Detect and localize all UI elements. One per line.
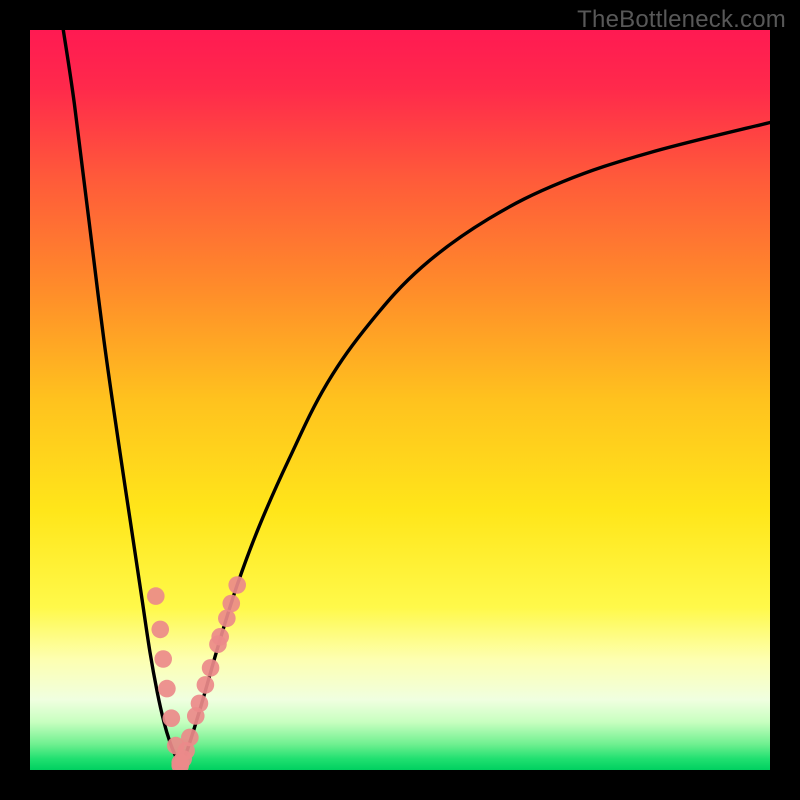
gradient-background [30,30,770,770]
marker-point [163,709,181,727]
marker-point [181,729,199,747]
marker-point [211,628,229,646]
marker-point [191,695,209,713]
watermark-text: TheBottleneck.com [577,6,786,34]
marker-point [154,650,172,668]
marker-point [197,676,215,694]
chart-frame: TheBottleneck.com [0,0,800,800]
marker-point [218,610,236,628]
chart-svg [30,30,770,770]
marker-point [202,659,220,677]
marker-point [222,595,240,613]
marker-point [151,621,169,639]
marker-point [147,587,165,605]
plot-area [30,30,770,770]
marker-point [228,576,246,594]
marker-point [158,680,176,698]
